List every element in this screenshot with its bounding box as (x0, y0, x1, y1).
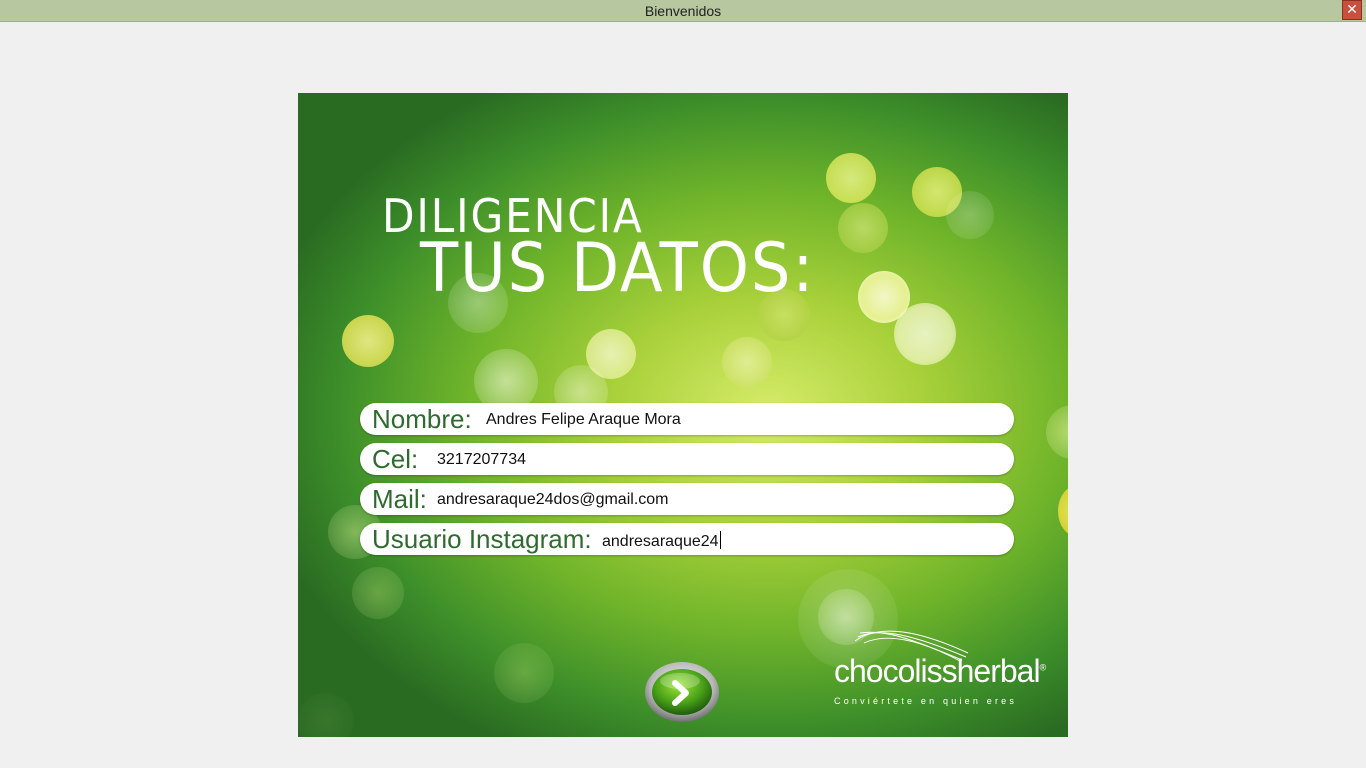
next-button[interactable] (644, 659, 720, 723)
nombre-input[interactable]: Andres Felipe Araque Mora (486, 411, 681, 429)
bokeh-decoration (298, 693, 354, 737)
nombre-label: Nombre: (372, 404, 472, 434)
bokeh-decoration (1058, 485, 1068, 537)
brand-name: chocolissherbal® (834, 653, 1047, 690)
nombre-field: Nombre: Andres Felipe Araque Mora (360, 403, 1014, 435)
mail-field: Mail: andresaraque24dos@gmail.com (360, 483, 1014, 515)
instagram-input[interactable]: andresaraque24 (602, 531, 721, 551)
bokeh-decoration (494, 643, 554, 703)
bokeh-decoration (586, 329, 636, 379)
bokeh-decoration (946, 191, 994, 239)
close-button[interactable]: ✕ (1342, 0, 1362, 20)
bokeh-decoration (826, 153, 876, 203)
registration-panel: DILIGENCIA TUS DATOS: Nombre: Andres Fel… (298, 93, 1068, 737)
chevron-right-icon (645, 662, 719, 722)
mail-label: Mail: (372, 484, 427, 514)
text-caret (719, 531, 721, 549)
bokeh-decoration (352, 567, 404, 619)
bokeh-decoration (342, 315, 394, 367)
brand-tagline: Conviértete en quien eres (834, 696, 1018, 706)
window-titlebar: Bienvenidos ✕ (0, 0, 1366, 22)
window-title: Bienvenidos (644, 3, 722, 19)
cel-field: Cel: 3217207734 (360, 443, 1014, 475)
bokeh-decoration (838, 203, 888, 253)
instagram-field: Usuario Instagram: andresaraque24 (360, 523, 1014, 555)
bokeh-decoration (1046, 405, 1068, 459)
cel-input[interactable]: 3217207734 (437, 451, 526, 469)
registered-mark: ® (1039, 662, 1047, 673)
heading-line-2: TUS DATOS: (420, 229, 816, 308)
cel-label: Cel: (372, 444, 419, 474)
bokeh-decoration (912, 167, 962, 217)
bokeh-decoration (858, 271, 910, 323)
brand-text: chocolissherbal (834, 653, 1041, 689)
bokeh-decoration (894, 303, 956, 365)
brand-logo: chocolissherbal® Conviértete en quien er… (832, 623, 1056, 713)
instagram-label: Usuario Instagram: (372, 524, 592, 554)
bokeh-decoration (722, 337, 772, 387)
mail-input[interactable]: andresaraque24dos@gmail.com (437, 491, 668, 509)
instagram-input-text: andresaraque24 (602, 533, 719, 550)
